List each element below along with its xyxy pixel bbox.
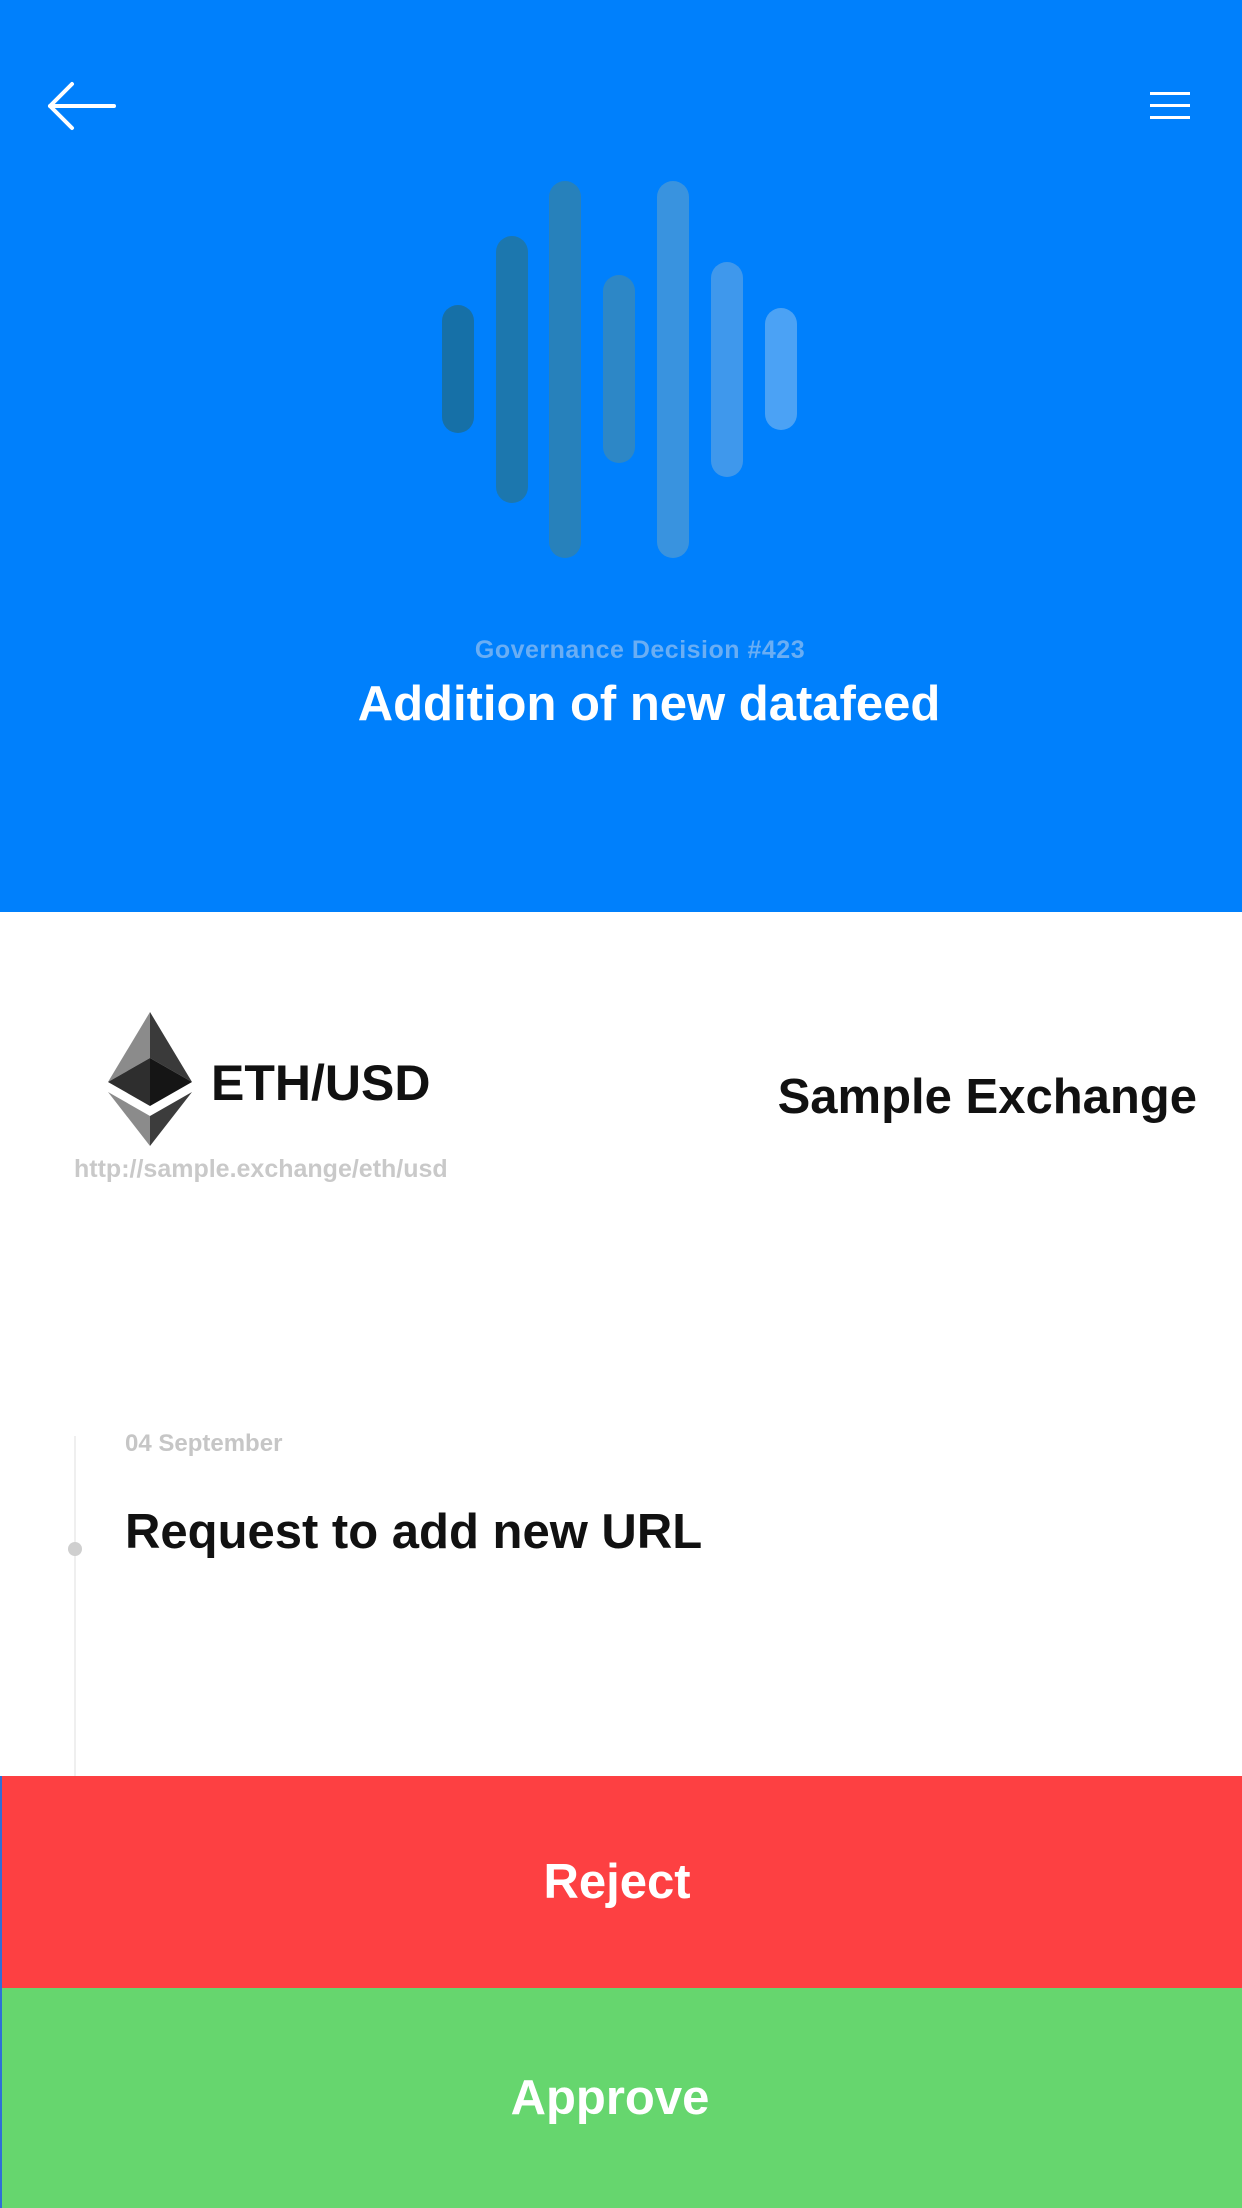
ethereum-icon	[108, 1012, 192, 1146]
timeline-line	[74, 1436, 76, 1776]
header: Governance Decision #423 Addition of new…	[0, 0, 1242, 912]
asset-pair-label: ETH/USD	[211, 1055, 431, 1111]
waveform-illustration	[0, 0, 1242, 600]
waveform-bar	[711, 262, 743, 477]
exchange-name: Sample Exchange	[777, 1070, 1197, 1124]
reject-button[interactable]: Reject	[0, 1776, 1242, 1988]
waveform-bar	[603, 275, 635, 463]
waveform-bar	[765, 308, 797, 430]
feed-url[interactable]: http://sample.exchange/eth/usd	[74, 1155, 448, 1184]
waveform-bar	[442, 305, 474, 433]
timeline-dot	[68, 1542, 82, 1556]
waveform-bar	[549, 181, 581, 558]
approve-button[interactable]: Approve	[0, 1988, 1242, 2208]
page-title: Addition of new datafeed	[357, 677, 941, 731]
waveform-bar	[496, 236, 528, 503]
decision-number: Governance Decision #423	[474, 636, 806, 664]
event-title: Request to add new URL	[125, 1505, 703, 1559]
waveform-bar	[657, 181, 689, 558]
event-date: 04 September	[125, 1430, 283, 1457]
